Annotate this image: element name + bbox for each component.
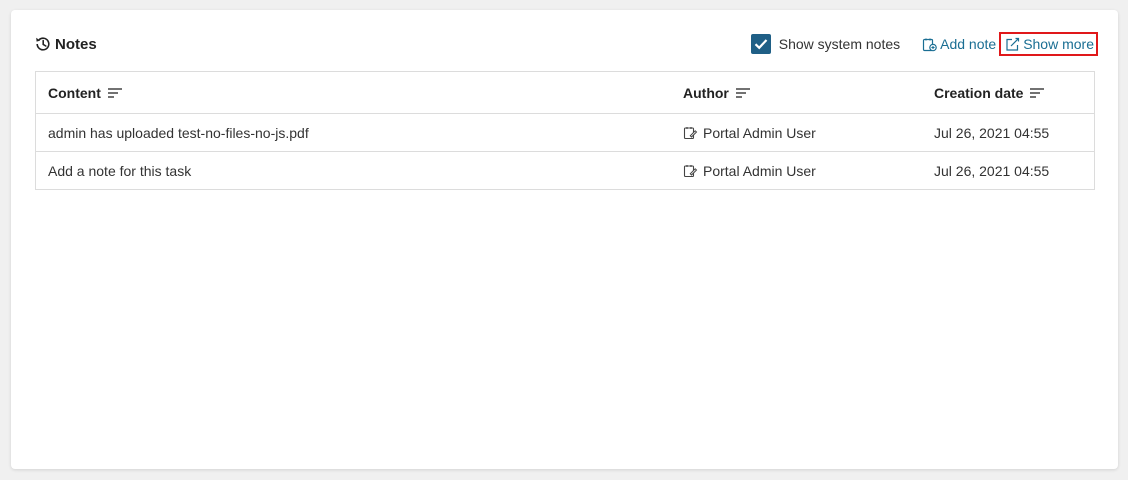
column-header-content-label: Content	[48, 84, 101, 101]
notes-title-wrap: Notes	[34, 34, 97, 54]
add-note-label: Add note	[940, 36, 997, 52]
column-header-creation-date-label: Creation date	[934, 84, 1024, 101]
user-note-icon	[683, 126, 703, 140]
table-header-row: Content Author Creation date	[36, 72, 1094, 114]
note-creation-date: Jul 26, 2021 04:55	[934, 162, 1050, 179]
notes-header: Notes Show system notes Add note Show mo…	[11, 10, 1118, 70]
show-system-notes-checkbox[interactable]	[750, 34, 771, 54]
column-header-author-label: Author	[683, 84, 729, 101]
show-more-label: Show more	[1023, 36, 1094, 52]
note-author-cell: Portal Admin User	[671, 113, 922, 152]
column-header-author[interactable]: Author	[671, 72, 922, 114]
page-title: Notes	[55, 35, 97, 53]
notes-card: Notes Show system notes Add note Show mo…	[11, 10, 1118, 469]
column-header-creation-date[interactable]: Creation date	[922, 72, 1094, 114]
note-content: admin has uploaded test-no-files-no-js.p…	[36, 113, 671, 152]
note-author: Portal Admin User	[703, 162, 816, 179]
show-system-notes-toggle[interactable]: Show system notes	[750, 34, 901, 54]
table-row: Add a note for this task Portal Admin Us…	[36, 152, 1094, 190]
column-header-content[interactable]: Content	[36, 72, 671, 114]
notes-table-wrap: Content Author Creation date admin has u…	[35, 71, 1095, 190]
show-system-notes-label: Show system notes	[778, 36, 901, 52]
note-author: Portal Admin User	[703, 124, 816, 141]
show-more-button[interactable]: Show more	[999, 32, 1098, 56]
note-creation-date: Jul 26, 2021 04:55	[922, 113, 1094, 152]
add-note-icon	[922, 37, 940, 52]
checkmark-icon	[754, 39, 768, 50]
notes-table: Content Author Creation date admin has u…	[36, 72, 1094, 189]
note-content: Add a note for this task	[48, 162, 192, 179]
note-author-cell: Portal Admin User	[671, 152, 922, 190]
open-external-icon	[1005, 37, 1023, 52]
history-icon	[34, 35, 52, 53]
sort-icon[interactable]	[1023, 87, 1045, 99]
notes-actions: Show system notes Add note Show more	[750, 32, 1098, 56]
add-note-button[interactable]: Add note	[922, 36, 996, 52]
user-note-icon	[683, 164, 703, 178]
sort-icon[interactable]	[101, 87, 123, 99]
table-row: admin has uploaded test-no-files-no-js.p…	[36, 113, 1094, 152]
sort-icon[interactable]	[729, 87, 751, 99]
